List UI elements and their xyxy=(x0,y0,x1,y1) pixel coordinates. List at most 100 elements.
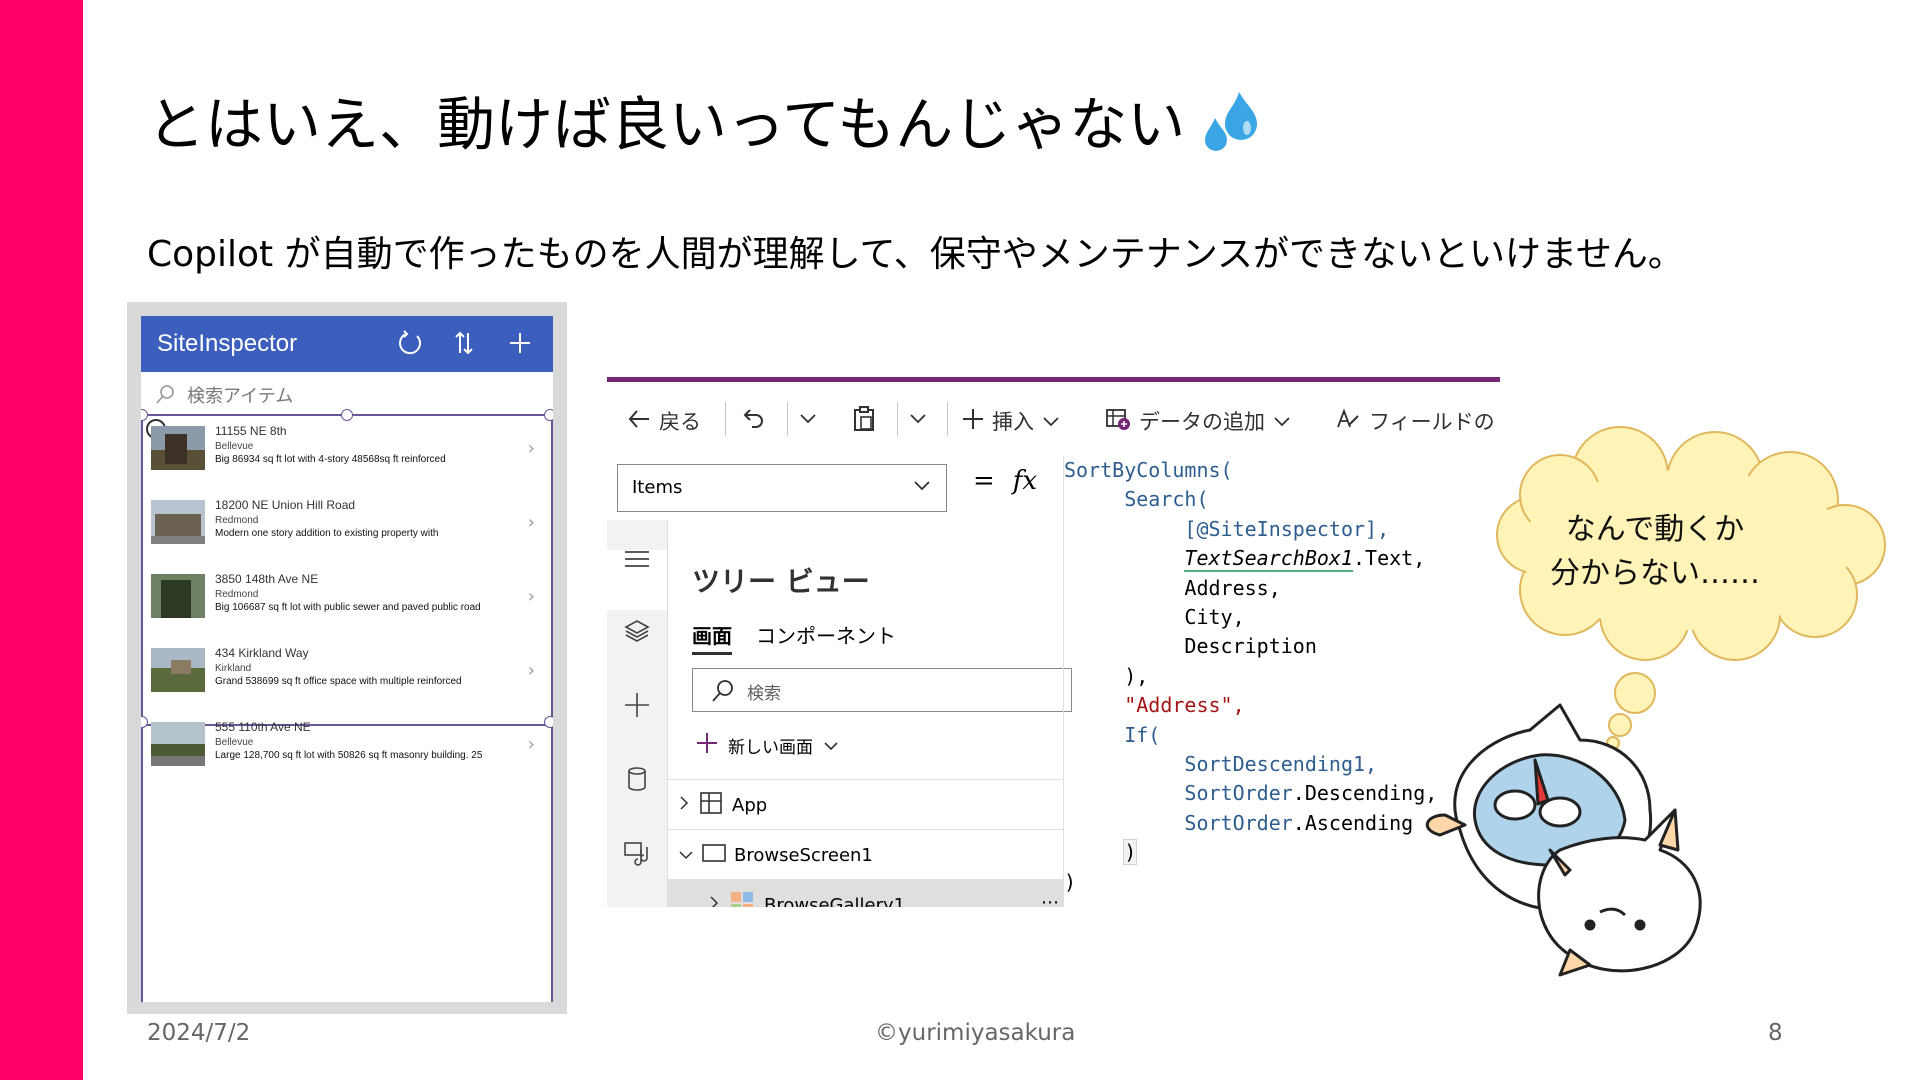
item-city: Redmond xyxy=(215,515,259,526)
divider xyxy=(947,402,948,436)
more-options-icon[interactable]: ⋯ xyxy=(1041,892,1059,907)
add-icon[interactable] xyxy=(503,326,537,360)
clipboard-icon xyxy=(852,406,876,437)
chevron-right-icon xyxy=(708,895,720,907)
add-data-button[interactable]: データの追加 xyxy=(1105,406,1291,436)
code-line: ), xyxy=(1124,663,1149,688)
list-item[interactable]: 555 110th Ave NE Bellevue Large 128,700 … xyxy=(141,712,553,786)
item-address: 3850 148th Ave NE xyxy=(215,572,319,586)
chevron-right-icon[interactable]: › xyxy=(528,586,535,607)
refresh-icon[interactable] xyxy=(393,326,427,360)
tab-components[interactable]: コンポーネント xyxy=(756,620,896,655)
sweat-drops-icon xyxy=(1195,88,1261,169)
code-line: SortDescending1, xyxy=(1184,752,1378,777)
divider xyxy=(787,402,788,436)
phone-screen: SiteInspector 検索アイテム 11155 NE 8th Bellev… xyxy=(141,316,553,1002)
chevron-down-icon xyxy=(678,845,694,866)
app-title: SiteInspector xyxy=(157,330,298,357)
tree-item-gallery[interactable]: BrowseGallery1 ⋯ xyxy=(668,879,1063,907)
item-address: 11155 NE 8th xyxy=(215,424,287,438)
item-address: 434 Kirkland Way xyxy=(215,646,309,660)
item-address: 18200 NE Union Hill Road xyxy=(215,498,356,512)
paste-button[interactable] xyxy=(852,406,876,437)
item-description: Big 106687 sq ft lot with public sewer a… xyxy=(215,602,481,613)
layers-icon[interactable] xyxy=(622,616,652,646)
hamburger-icon[interactable] xyxy=(622,544,652,574)
code-line: Search( xyxy=(1124,487,1209,512)
thought-text: なんで動くか 分からない…… xyxy=(1495,508,1815,596)
chevron-down-icon xyxy=(912,475,932,499)
fx-icon: fx xyxy=(1012,466,1038,496)
list-item[interactable]: 434 Kirkland Way Kirkland Grand 538699 s… xyxy=(141,638,553,712)
code-line: [@SiteInspector], xyxy=(1184,516,1390,541)
property-thumbnail xyxy=(151,648,205,692)
list-item[interactable]: 11155 NE 8th Bellevue Big 86934 sq ft lo… xyxy=(141,416,553,490)
insert-button[interactable]: 挿入 xyxy=(962,406,1060,436)
sort-icon[interactable] xyxy=(447,326,481,360)
item-description: Grand 538699 sq ft office space with mul… xyxy=(215,676,462,687)
item-city: Bellevue xyxy=(215,441,254,452)
media-icon[interactable] xyxy=(622,838,652,868)
search-bar[interactable]: 検索アイテム xyxy=(141,372,553,414)
code-token: TextSearchBox1 xyxy=(1184,546,1353,573)
code-line: "Address", xyxy=(1124,693,1245,718)
chevron-down-icon xyxy=(823,736,839,756)
search-icon xyxy=(155,383,177,409)
code-token: SortOrder xyxy=(1184,781,1293,806)
command-bar: 戻る 挿入 データの追加 フィールドの xyxy=(607,382,1500,456)
chevron-down-icon xyxy=(909,406,927,430)
item-description: Big 86934 sq ft lot with 4-story 48568sq… xyxy=(215,454,446,465)
code-token: .Text, xyxy=(1353,546,1426,571)
chevron-right-icon[interactable]: › xyxy=(528,660,535,681)
insert-icon[interactable] xyxy=(622,690,652,720)
thought-line: なんで動くか xyxy=(1565,512,1745,547)
chevron-down-icon xyxy=(1273,409,1291,433)
list-item[interactable]: 18200 NE Union Hill Road Redmond Modern … xyxy=(141,490,553,564)
database-icon[interactable] xyxy=(622,764,652,794)
undo-icon xyxy=(742,406,766,435)
list-item[interactable]: 3850 148th Ave NE Redmond Big 106687 sq … xyxy=(141,564,553,638)
back-button[interactable]: 戻る xyxy=(627,406,701,436)
edit-fields-icon xyxy=(1335,407,1361,436)
property-dropdown[interactable]: Items xyxy=(617,464,947,512)
code-line: ) xyxy=(1064,869,1077,894)
chevron-right-icon[interactable]: › xyxy=(528,438,535,459)
search-icon xyxy=(711,679,735,707)
app-preview-screenshot: SiteInspector 検索アイテム 11155 NE 8th Bellev… xyxy=(127,302,567,1014)
code-line: ) xyxy=(1123,839,1138,866)
chevron-right-icon[interactable]: › xyxy=(528,734,535,755)
new-screen-label: 新しい画面 xyxy=(728,738,813,758)
search-placeholder: 検索アイテム xyxy=(187,386,294,407)
chevron-right-icon[interactable]: › xyxy=(528,512,535,533)
new-screen-button[interactable]: 新しい画面 xyxy=(696,732,839,759)
tree-item-screen[interactable]: BrowseScreen1 xyxy=(668,829,1063,880)
code-line: Address, xyxy=(1184,575,1281,600)
tree-item-app[interactable]: App xyxy=(668,779,1063,830)
item-address: 555 110th Ave NE xyxy=(215,720,311,734)
app-icon xyxy=(700,791,722,819)
item-description: Modern one story addition to existing pr… xyxy=(215,528,439,539)
tab-screens[interactable]: 画面 xyxy=(692,620,732,655)
add-data-icon xyxy=(1105,407,1131,436)
code-token: SortOrder xyxy=(1184,810,1293,835)
tree-item-label: BrowseGallery1 xyxy=(764,894,906,908)
fx-label: = fx xyxy=(973,466,1037,496)
property-thumbnail xyxy=(151,574,205,618)
divider xyxy=(897,402,898,436)
arrow-left-icon xyxy=(627,408,651,435)
chevron-right-icon xyxy=(678,795,690,816)
undo-menu-button[interactable] xyxy=(799,406,817,430)
undo-button[interactable] xyxy=(742,406,766,435)
code-line: If( xyxy=(1124,722,1161,747)
tree-item-label: App xyxy=(732,794,768,816)
tree-item-label: BrowseScreen1 xyxy=(734,844,873,866)
page-number: 8 xyxy=(1768,1020,1783,1046)
tree-search-placeholder: 検索 xyxy=(747,684,781,704)
property-value: Items xyxy=(632,477,683,498)
paste-menu-button[interactable] xyxy=(909,406,927,430)
slide-subtitle: Copilot が自動で作ったものを人間が理解して、保守やメンテナンスができない… xyxy=(147,234,1684,275)
property-thumbnail xyxy=(151,426,205,470)
tree-search-input[interactable]: 検索 xyxy=(692,668,1072,712)
item-city: Kirkland xyxy=(215,663,252,674)
slide-title: とはいえ、動けば良いってもんじゃない xyxy=(147,88,1261,169)
